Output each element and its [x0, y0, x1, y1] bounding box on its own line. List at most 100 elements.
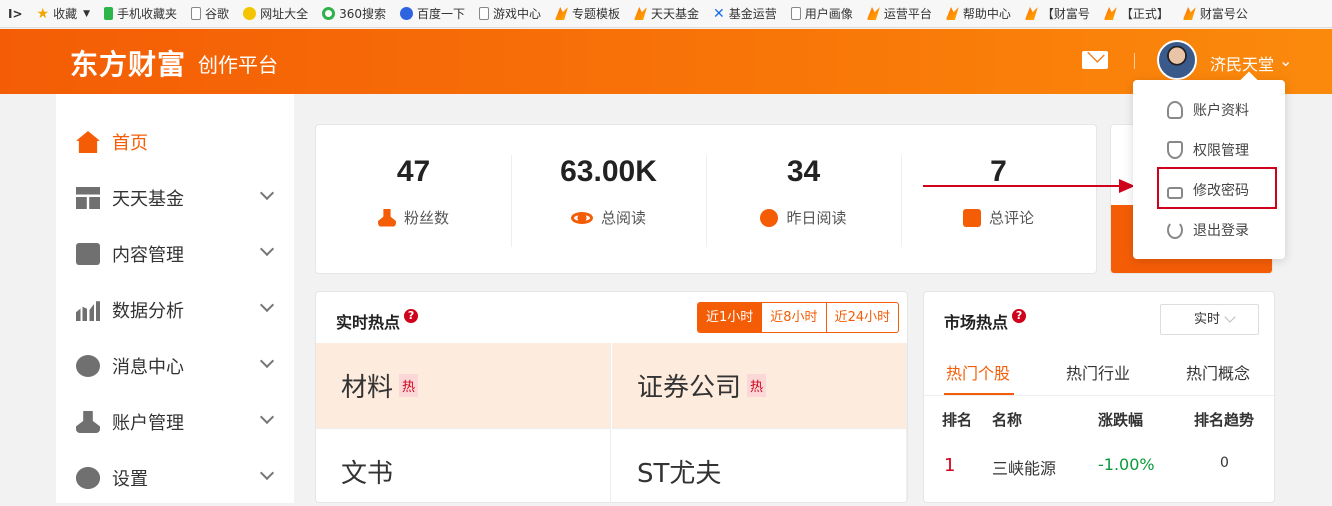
- time-range-tabs: 近1小时 近8小时 近24小时: [697, 302, 900, 333]
- 360-icon: [322, 7, 336, 20]
- flame-icon: [1182, 7, 1196, 20]
- flame-icon: [634, 7, 648, 20]
- sidebar-item-analytics[interactable]: 数据分析: [56, 282, 294, 338]
- user-icon: [377, 208, 396, 227]
- stat-value: 63.00K: [560, 155, 657, 188]
- flame-icon: [1103, 7, 1117, 20]
- bookmark-item[interactable]: 财富号公: [1182, 5, 1248, 22]
- tab-24h[interactable]: 近24小时: [825, 303, 899, 332]
- home-icon: [76, 131, 100, 153]
- flame-icon: [555, 7, 569, 20]
- power-icon: [1167, 221, 1183, 239]
- chevron-down-icon: [259, 297, 275, 313]
- clock-icon: [760, 208, 779, 227]
- panel-title: 市场热点?: [944, 309, 1027, 333]
- comment-icon: [962, 208, 981, 227]
- chevron-down-icon: [259, 241, 275, 257]
- tab-hot-concepts[interactable]: 热门概念: [1186, 360, 1250, 384]
- sidebar-item-label: 天天基金: [112, 189, 184, 210]
- period-select[interactable]: 实时: [1160, 304, 1259, 335]
- mail-icon[interactable]: [1082, 51, 1108, 69]
- sidebar-toggle-icon[interactable]: I>: [8, 7, 23, 21]
- tab-8h[interactable]: 近8小时: [761, 303, 825, 332]
- stat-label: 总评论: [901, 207, 1096, 228]
- column-header: 涨跌幅: [1098, 411, 1144, 429]
- stat-value: 47: [396, 155, 431, 188]
- avatar[interactable]: [1157, 40, 1197, 80]
- bookmark-item[interactable]: 360搜索: [322, 5, 386, 22]
- stat-label: 总阅读: [511, 207, 706, 228]
- hot-item[interactable]: ST尤夫: [612, 429, 907, 502]
- tab-hot-stocks[interactable]: 热门个股: [946, 360, 1010, 384]
- bookmark-item[interactable]: 网址大全: [243, 5, 308, 22]
- bookmark-item[interactable]: 专题模板: [555, 5, 620, 22]
- sidebar-item-content[interactable]: 内容管理: [56, 226, 294, 282]
- flame-icon: [1024, 7, 1038, 20]
- sidebar-item-home[interactable]: 首页: [56, 114, 294, 170]
- bookmark-item[interactable]: 手机收藏夹: [104, 5, 177, 22]
- hot-item[interactable]: 证券公司热: [612, 343, 907, 429]
- page-icon: [191, 7, 202, 20]
- row-rank: 1: [944, 455, 956, 476]
- menu-item-logout[interactable]: 退出登录: [1133, 210, 1285, 250]
- sidebar-item-account[interactable]: 账户管理: [56, 394, 294, 450]
- row-stock-name[interactable]: 三峡能源: [992, 455, 1056, 479]
- tab-hot-industries[interactable]: 热门行业: [1066, 360, 1130, 384]
- sidebar-item-messages[interactable]: 消息中心: [56, 338, 294, 394]
- chevron-down-icon: [259, 353, 275, 369]
- eye-icon: [570, 211, 593, 224]
- row-trend: 0: [1220, 455, 1229, 471]
- bookmark-item[interactable]: 【正式】: [1103, 5, 1169, 22]
- bookmarks-bar: I> ★ 收藏 ▼ 手机收藏夹 谷歌 网址大全 360搜索 百度一下 游戏中心 专题…: [0, 0, 1332, 28]
- help-icon[interactable]: ?: [404, 309, 419, 323]
- highlight-box: [1157, 167, 1277, 209]
- x-icon: ✕: [713, 5, 725, 22]
- sidebar-item-label: 账户管理: [112, 413, 184, 434]
- username[interactable]: 济民天堂: [1210, 51, 1274, 75]
- column-header: 排名趋势: [1194, 411, 1255, 429]
- hot-badge: 热: [747, 374, 767, 397]
- sidebar-item-settings[interactable]: 设置: [56, 450, 294, 506]
- chevron-down-icon: [259, 465, 275, 481]
- bookmark-item[interactable]: 游戏中心: [479, 5, 541, 22]
- hot-item[interactable]: 文书: [316, 429, 611, 502]
- sidebar-item-fund[interactable]: 天天基金: [56, 170, 294, 226]
- user-icon: [1167, 101, 1183, 119]
- bookmark-item[interactable]: 【财富号: [1024, 5, 1090, 22]
- page-icon: [790, 7, 801, 20]
- bookmark-item[interactable]: 百度一下: [399, 5, 465, 22]
- menu-item-permissions[interactable]: 权限管理: [1133, 130, 1285, 170]
- sidebar-item-label: 消息中心: [112, 357, 184, 378]
- stat-label: 粉丝数: [316, 207, 511, 228]
- hot-item[interactable]: 材料热: [316, 343, 611, 429]
- stat-value: 34: [786, 155, 821, 188]
- annotation-arrow: [923, 185, 1133, 187]
- header-divider: [1134, 53, 1135, 69]
- sidebar-item-label: 数据分析: [112, 301, 184, 322]
- sidebar-item-label: 首页: [112, 133, 148, 154]
- stat-yesterday-reads: 34 昨日阅读: [706, 155, 901, 228]
- flame-icon: [945, 7, 959, 20]
- menu-item-profile[interactable]: 账户资料: [1133, 90, 1285, 130]
- chevron-down-icon[interactable]: ⌄: [1279, 51, 1292, 70]
- bookmark-item[interactable]: 谷歌: [191, 5, 229, 22]
- logo[interactable]: 东方财富: [70, 43, 186, 83]
- tab-1h[interactable]: 近1小时: [698, 303, 762, 332]
- row-change: -1.00%: [1098, 455, 1155, 474]
- stat-value: 7: [990, 155, 1007, 188]
- bookmark-favorites[interactable]: ★ 收藏 ▼: [37, 5, 91, 22]
- bookmark-item[interactable]: ✕ 基金运营: [713, 5, 777, 22]
- hot-badge: 热: [399, 374, 419, 397]
- star-icon: ★: [36, 5, 50, 22]
- help-icon[interactable]: ?: [1012, 309, 1027, 323]
- platform-subtitle: 创作平台: [198, 53, 278, 77]
- bookmark-item[interactable]: 用户画像: [790, 5, 853, 22]
- bookmark-item[interactable]: 运营平台: [866, 5, 932, 22]
- bookmark-item[interactable]: 天天基金: [634, 5, 699, 22]
- bookmark-item[interactable]: 帮助中心: [945, 5, 1011, 22]
- column-header: 名称: [992, 411, 1023, 429]
- column-header: 排名: [942, 411, 973, 429]
- sidebar-item-label: 内容管理: [112, 245, 184, 266]
- stats-card: 47 粉丝数 63.00K 总阅读 34 昨日阅读 7 总评论: [315, 124, 1097, 274]
- stat-total-reads: 63.00K 总阅读: [511, 155, 706, 228]
